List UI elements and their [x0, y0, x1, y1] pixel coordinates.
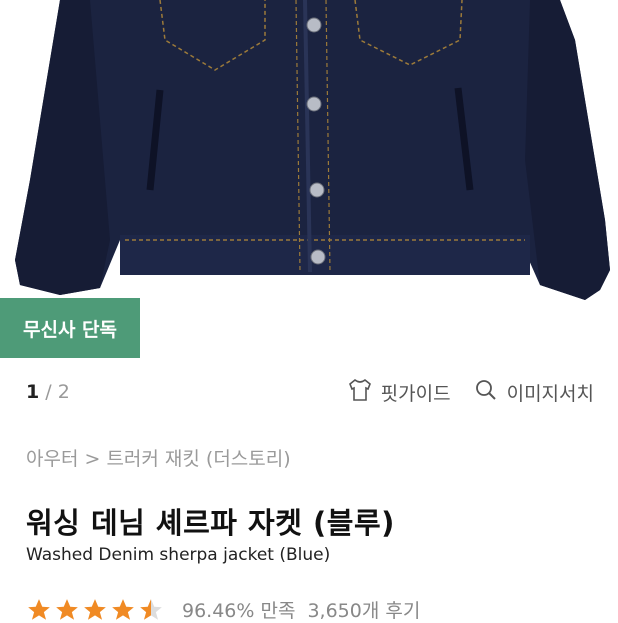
image-tools: 핏가이드 이미지서치 [347, 377, 594, 408]
half-star-icon [140, 598, 162, 620]
satisfaction-text: 96.46% 만족 [182, 600, 296, 622]
counter-separator: / [45, 381, 52, 403]
image-toolbar: 1 / 2 핏가이드 이미지서치 [26, 372, 594, 412]
star-icon [112, 598, 134, 620]
fit-guide-label: 핏가이드 [380, 382, 451, 405]
product-title: 워싱 데님 셰르파 자켓 (블루) [26, 506, 395, 540]
hanger-shirt-icon [347, 377, 373, 408]
current-image-number: 1 [26, 381, 40, 403]
total-image-number: 2 [57, 381, 70, 403]
star-icon [84, 598, 106, 620]
review-count: 3,650개 후기 [307, 600, 421, 622]
image-search-label: 이미지서치 [506, 382, 594, 405]
search-icon [473, 377, 499, 408]
image-search-button[interactable]: 이미지서치 [473, 377, 594, 408]
product-image[interactable]: 무신사 단독 [0, 0, 618, 358]
star-icon [28, 598, 50, 620]
rating-summary[interactable]: 96.46% 만족 3,650개 후기 [26, 596, 420, 623]
image-counter: 1 / 2 [26, 381, 70, 403]
star-rating [26, 597, 164, 623]
product-subtitle: Washed Denim sherpa jacket (Blue) [26, 545, 331, 565]
exclusive-badge: 무신사 단독 [0, 298, 140, 358]
star-icon [56, 598, 78, 620]
breadcrumb[interactable]: 아우터 > 트러커 재킷 (더스토리) [26, 444, 291, 471]
fit-guide-button[interactable]: 핏가이드 [347, 377, 451, 408]
